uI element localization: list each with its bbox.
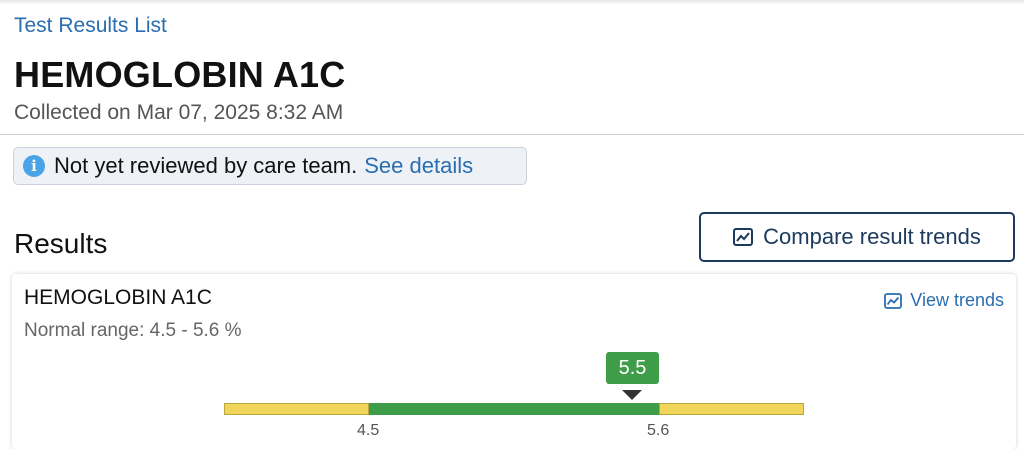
review-status-text: Not yet reviewed by care team. — [54, 153, 358, 178]
chart-trend-icon — [884, 292, 903, 309]
result-card-title: HEMOGLOBIN A1C — [24, 286, 212, 309]
review-status-banner: i Not yet reviewed by care team. See det… — [13, 147, 527, 185]
range-high-tick: 5.6 — [647, 422, 670, 439]
view-trends-link[interactable]: View trends — [884, 290, 1004, 311]
result-value-pointer — [622, 390, 642, 400]
range-bar-low — [224, 403, 369, 415]
compare-button-label: Compare result trends — [763, 224, 981, 249]
breadcrumb-test-results-list[interactable]: Test Results List — [14, 14, 167, 38]
results-heading: Results — [14, 228, 108, 259]
info-icon: i — [23, 155, 45, 177]
result-card: HEMOGLOBIN A1C View trends Normal range:… — [12, 274, 1016, 449]
top-shadow — [0, 0, 1024, 5]
range-bar-normal — [369, 403, 659, 415]
see-details-link[interactable]: See details — [364, 153, 473, 179]
page-title: HEMOGLOBIN A1C — [14, 54, 346, 95]
collected-date: Collected on Mar 07, 2025 8:32 AM — [14, 101, 344, 124]
compare-result-trends-button[interactable]: Compare result trends — [699, 212, 1015, 262]
range-bar-high — [659, 403, 804, 415]
chart-trend-icon — [733, 228, 754, 246]
view-trends-label: View trends — [910, 290, 1004, 310]
range-low-tick: 4.5 — [357, 422, 380, 439]
result-value-badge: 5.5 — [606, 352, 659, 384]
normal-range: Normal range: 4.5 - 5.6 % — [24, 320, 242, 341]
header-divider — [0, 134, 1024, 135]
